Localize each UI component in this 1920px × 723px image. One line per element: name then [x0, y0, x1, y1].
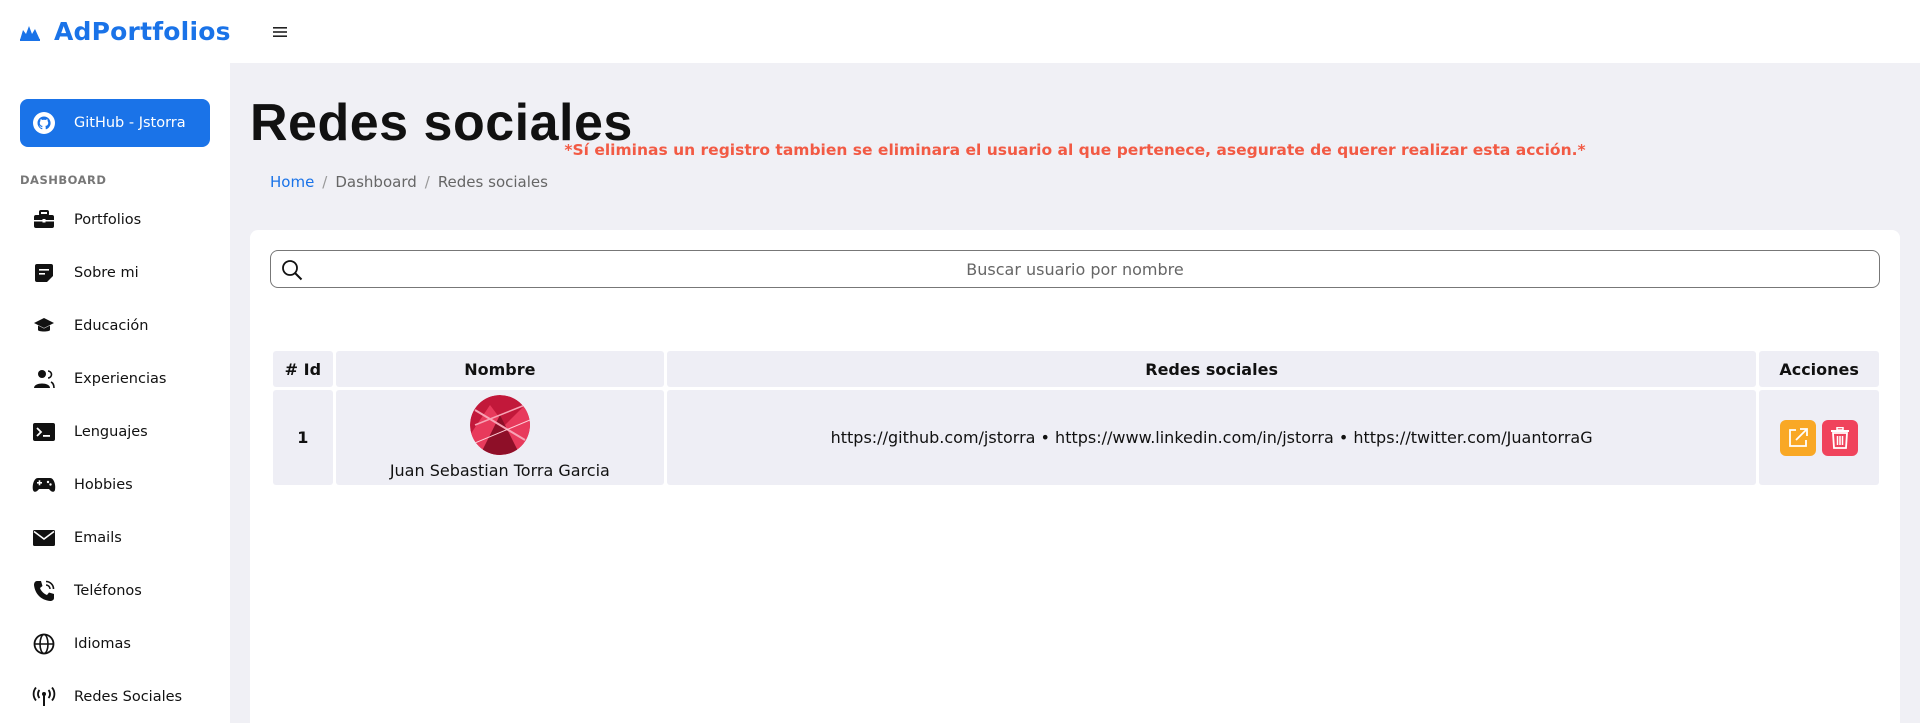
globe-icon	[32, 632, 56, 656]
delete-warning-text: *Sí eliminas un registro tambien se elim…	[564, 141, 1586, 159]
table-header-row: # Id Nombre Redes sociales Acciones	[273, 351, 1879, 387]
broadcast-icon	[32, 685, 56, 709]
gamepad-icon	[32, 473, 56, 497]
sidebar-item-hobbies[interactable]: Hobbies	[20, 458, 220, 511]
sidebar-item-sobre-mi[interactable]: Sobre mi	[20, 246, 220, 299]
search-input[interactable]	[271, 251, 1879, 287]
sidebar-item-idiomas[interactable]: Idiomas	[20, 617, 220, 670]
sidebar-item-label: Emails	[74, 529, 122, 546]
github-icon	[33, 112, 55, 134]
breadcrumb-dashboard: Dashboard	[335, 173, 417, 191]
sidebar-item-lenguajes[interactable]: Lenguajes	[20, 405, 220, 458]
sidebar-item-experiencias[interactable]: Experiencias	[20, 352, 220, 405]
sidebar-item-label: Sobre mi	[74, 264, 139, 281]
hamburger-icon	[272, 26, 287, 37]
logo-icon	[20, 25, 40, 41]
column-header-acciones: Acciones	[1759, 351, 1879, 387]
person-icon	[32, 367, 56, 391]
sidebar-item-telefonos[interactable]: Teléfonos	[20, 564, 220, 617]
menu-toggle-button[interactable]	[269, 21, 291, 43]
top-bar: AdPortfolios	[0, 0, 1920, 63]
cell-redes-sociales: https://github.com/jstorra • https://www…	[666, 390, 1757, 485]
sidebar-item-label: Hobbies	[74, 476, 133, 493]
cell-nombre: Juan Sebastian Torra Garcia	[335, 390, 664, 485]
breadcrumb-current: Redes sociales	[437, 173, 548, 191]
logo[interactable]: AdPortfolios	[18, 17, 231, 46]
edit-button[interactable]	[1780, 419, 1817, 456]
sidebar-item-portfolios[interactable]: Portfolios	[20, 193, 220, 246]
sidebar-item-emails[interactable]: Emails	[20, 511, 220, 564]
column-header-id: # Id	[273, 351, 333, 387]
sidebar-item-label: Idiomas	[74, 635, 131, 652]
sidebar-item-label: Lenguajes	[74, 423, 148, 440]
github-button-label: GitHub - Jstorra	[74, 115, 186, 131]
cell-id: 1	[273, 390, 333, 485]
column-header-redes: Redes sociales	[666, 351, 1757, 387]
sidebar-item-redes-sociales[interactable]: Redes Sociales	[20, 670, 220, 723]
note-icon	[32, 261, 56, 285]
table-row: 1 Juan Sebastian Torra Garcia https://gi…	[273, 390, 1879, 485]
column-header-nombre: Nombre	[335, 351, 664, 387]
breadcrumb: Home / Dashboard / Redes sociales	[270, 173, 548, 191]
social-networks-table: # Id Nombre Redes sociales Acciones 1 Ju…	[270, 348, 1882, 488]
section-label-dashboard: DASHBOARD	[20, 173, 107, 187]
github-button[interactable]: GitHub - Jstorra	[20, 99, 210, 147]
cell-acciones	[1759, 390, 1879, 485]
sidebar-item-label: Redes Sociales	[74, 688, 183, 705]
main-content: Redes sociales Home / Dashboard / Redes …	[230, 63, 1920, 723]
user-name: Juan Sebastian Torra Garcia	[389, 461, 610, 480]
phone-icon	[32, 579, 56, 603]
app-name: AdPortfolios	[54, 17, 231, 46]
search-icon	[282, 260, 303, 281]
graduation-cap-icon	[32, 314, 56, 338]
sidebar-nav: Portfolios Sobre mi Educación Experienci…	[20, 193, 220, 723]
sidebar: GitHub - Jstorra DASHBOARD Portfolios So…	[0, 63, 230, 723]
trash-icon	[1831, 426, 1850, 449]
breadcrumb-separator: /	[322, 173, 328, 191]
search-bar	[270, 250, 1880, 288]
breadcrumb-home-link[interactable]: Home	[270, 173, 314, 191]
briefcase-icon	[32, 208, 56, 232]
envelope-icon	[32, 526, 56, 550]
terminal-icon	[32, 420, 56, 444]
sidebar-item-label: Educación	[74, 317, 149, 334]
avatar	[469, 395, 530, 455]
row-actions	[1759, 419, 1879, 456]
sidebar-item-label: Portfolios	[74, 211, 142, 228]
sidebar-item-label: Experiencias	[74, 370, 167, 387]
sidebar-item-label: Teléfonos	[74, 582, 142, 599]
sidebar-item-educacion[interactable]: Educación	[20, 299, 220, 352]
external-link-icon	[1789, 427, 1809, 447]
delete-button[interactable]	[1822, 419, 1859, 456]
breadcrumb-separator: /	[424, 173, 430, 191]
